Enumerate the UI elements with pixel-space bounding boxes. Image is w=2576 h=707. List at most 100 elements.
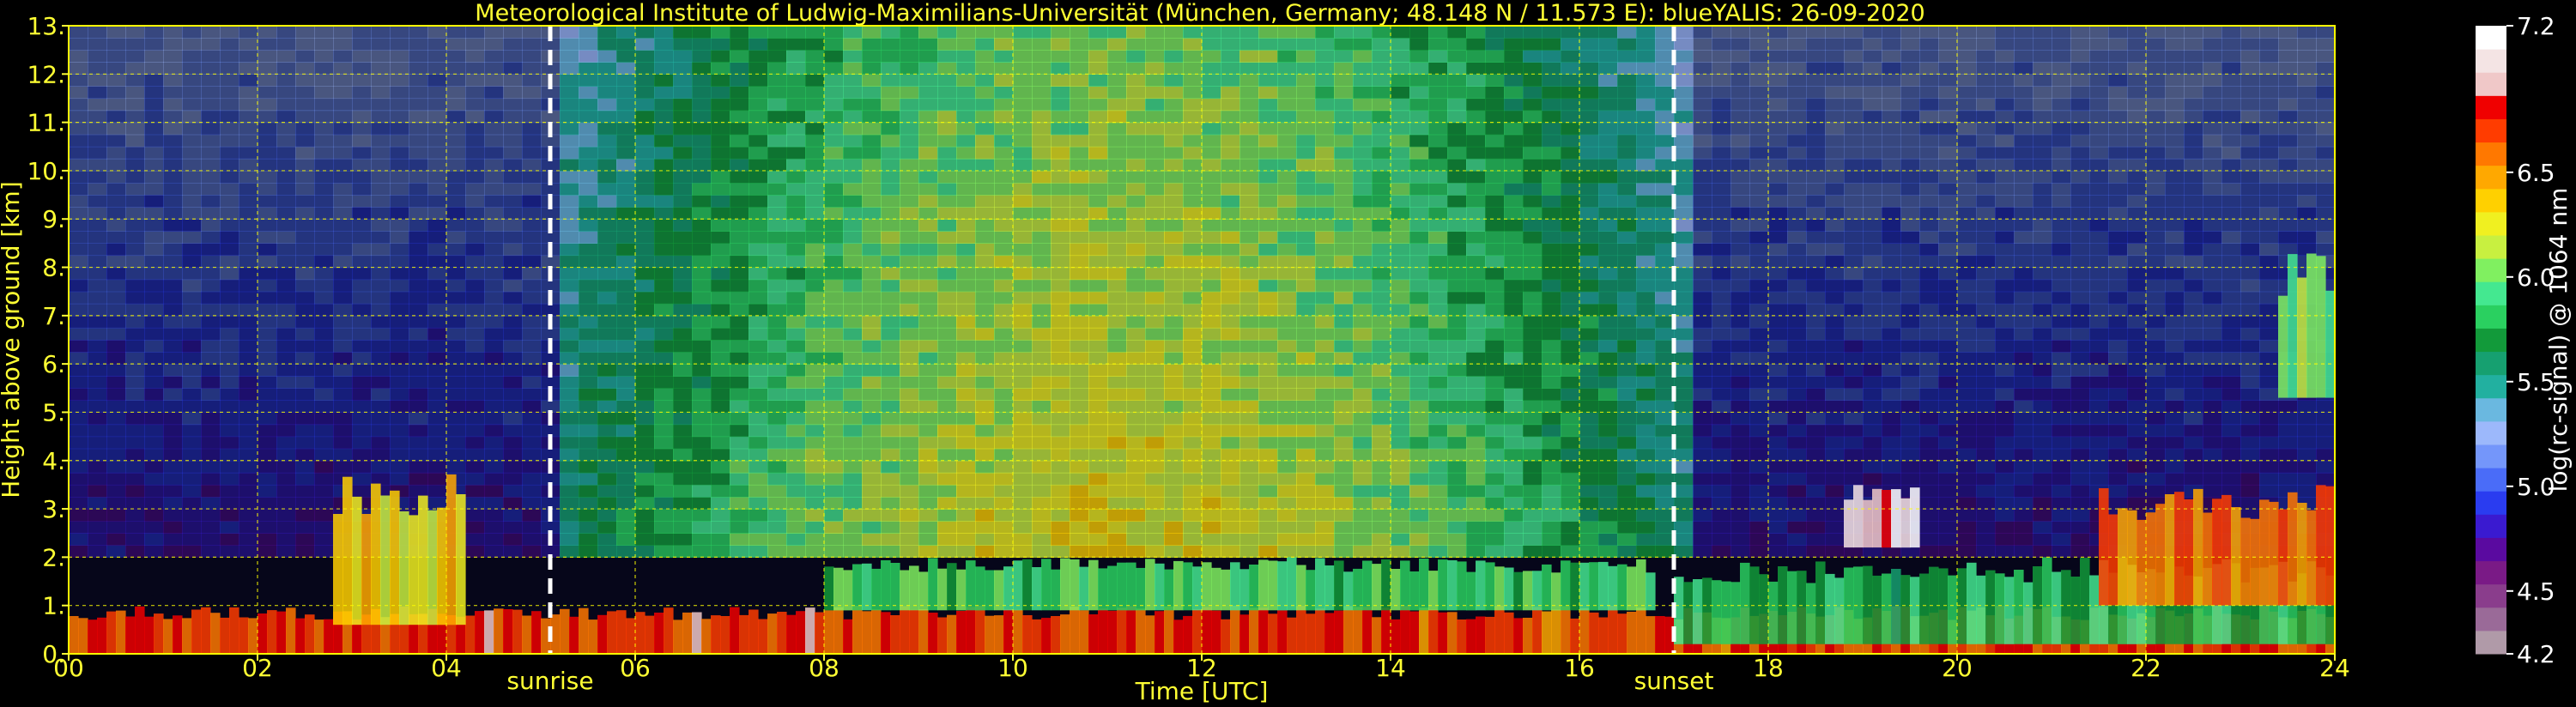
heatmap-cell bbox=[2070, 340, 2090, 353]
heatmap-cell bbox=[1579, 303, 1599, 317]
heatmap-cell bbox=[730, 303, 749, 317]
heatmap-cell bbox=[900, 183, 919, 196]
heatmap-cell bbox=[1013, 74, 1033, 87]
heatmap-cell bbox=[1674, 243, 1694, 257]
heatmap-cell bbox=[786, 231, 806, 244]
heatmap-cell bbox=[2014, 388, 2034, 401]
heatmap-cell bbox=[2146, 460, 2166, 474]
heatmap-cell bbox=[900, 170, 919, 184]
heatmap-cell bbox=[1296, 291, 1316, 305]
heatmap-cell bbox=[276, 219, 296, 232]
heatmap-cell bbox=[937, 38, 957, 51]
heatmap-cell bbox=[560, 327, 579, 341]
heatmap-cell bbox=[862, 255, 882, 269]
heatmap-cell bbox=[1183, 376, 1203, 389]
heatmap-cell bbox=[371, 134, 391, 148]
heatmap-cell bbox=[1221, 303, 1240, 317]
heatmap-cell bbox=[1315, 38, 1335, 51]
heatmap-cell bbox=[994, 146, 1014, 160]
heatmap-cell bbox=[635, 376, 655, 389]
heatmap-cell bbox=[163, 207, 183, 220]
heatmap-cell bbox=[1882, 74, 1901, 87]
heatmap-cell bbox=[2203, 364, 2222, 377]
heatmap-cell bbox=[88, 146, 107, 160]
heatmap-cell bbox=[1655, 146, 1675, 160]
heatmap-cell bbox=[1088, 219, 1108, 232]
heatmap-cell bbox=[69, 460, 88, 474]
heatmap-cell bbox=[1296, 364, 1316, 377]
heatmap-cell bbox=[2165, 243, 2185, 257]
heatmap-cell bbox=[314, 412, 334, 426]
heatmap-cell bbox=[503, 509, 523, 522]
heatmap-cell bbox=[1126, 291, 1146, 305]
heatmap-cell bbox=[390, 243, 409, 257]
heatmap-cell bbox=[1334, 533, 1354, 546]
heatmap-cell bbox=[862, 352, 882, 365]
heatmap-cell bbox=[843, 158, 863, 172]
heatmap-cell bbox=[1277, 207, 1297, 220]
heatmap-cell bbox=[2089, 134, 2109, 148]
heatmap-cell bbox=[2127, 183, 2147, 196]
heatmap-cell bbox=[616, 327, 636, 341]
heatmap-cell bbox=[1938, 146, 1958, 160]
heatmap-cell bbox=[1164, 170, 1184, 184]
heatmap-cell bbox=[1542, 158, 1561, 172]
heatmap-cell bbox=[1825, 484, 1845, 498]
heatmap-cell bbox=[446, 207, 466, 220]
heatmap-cell bbox=[616, 267, 636, 281]
heatmap-cell bbox=[1542, 207, 1561, 220]
heatmap-cell bbox=[2052, 303, 2071, 317]
heatmap-cell bbox=[1145, 545, 1165, 558]
heatmap-cell bbox=[1900, 448, 1920, 462]
heatmap-cell bbox=[2014, 195, 2034, 208]
heatmap-cell bbox=[786, 134, 806, 148]
heatmap-cell bbox=[2014, 279, 2034, 293]
heatmap-cell bbox=[295, 74, 315, 87]
heatmap-cell bbox=[1107, 122, 1127, 136]
heatmap-cell bbox=[2184, 255, 2203, 269]
heatmap-cell bbox=[597, 122, 617, 136]
heatmap-cell bbox=[1730, 436, 1750, 450]
heatmap-cell bbox=[1693, 436, 1712, 450]
heatmap-cell bbox=[1126, 243, 1146, 257]
heatmap-cell bbox=[465, 340, 485, 353]
heatmap-cell bbox=[824, 62, 844, 75]
heatmap-cell bbox=[579, 460, 598, 474]
heatmap-cell bbox=[522, 255, 542, 269]
heatmap-cell bbox=[2127, 327, 2147, 341]
heatmap-cell bbox=[692, 436, 712, 450]
heatmap-cell bbox=[144, 327, 164, 341]
heatmap-cell bbox=[1693, 315, 1712, 329]
heatmap-cell bbox=[900, 388, 919, 401]
heatmap-cell bbox=[1032, 509, 1052, 522]
heatmap-cell bbox=[1617, 291, 1637, 305]
heatmap-cell bbox=[484, 219, 504, 232]
heatmap-cell bbox=[1070, 86, 1089, 100]
heatmap-cell bbox=[1712, 231, 1731, 244]
heatmap-cell bbox=[144, 315, 164, 329]
heatmap-cell bbox=[824, 50, 844, 63]
heatmap-cell bbox=[1712, 448, 1731, 462]
heatmap-cell bbox=[1900, 122, 1920, 136]
heatmap-cell bbox=[239, 424, 258, 438]
heatmap-cell bbox=[805, 460, 825, 474]
heatmap-cell bbox=[1806, 388, 1826, 401]
heatmap-cell bbox=[409, 86, 428, 100]
heatmap-cell bbox=[409, 424, 428, 438]
heatmap-cell bbox=[1712, 376, 1731, 389]
heatmap-cell bbox=[749, 484, 768, 498]
heatmap-cell bbox=[1504, 26, 1524, 39]
heatmap-cell bbox=[1995, 545, 2015, 558]
heatmap-cell bbox=[1221, 533, 1240, 546]
heatmap-cell bbox=[88, 279, 107, 293]
heatmap-cell bbox=[1957, 533, 1977, 546]
heatmap-cell bbox=[1070, 484, 1089, 498]
heatmap-cell bbox=[1428, 134, 1448, 148]
heatmap-cell bbox=[125, 424, 145, 438]
heatmap-cell bbox=[220, 448, 239, 462]
heatmap-cell bbox=[1636, 545, 1656, 558]
heatmap-cell bbox=[1844, 195, 1864, 208]
heatmap-cell bbox=[484, 509, 504, 522]
heatmap-cell bbox=[1579, 400, 1599, 414]
heatmap-cell bbox=[956, 352, 976, 365]
